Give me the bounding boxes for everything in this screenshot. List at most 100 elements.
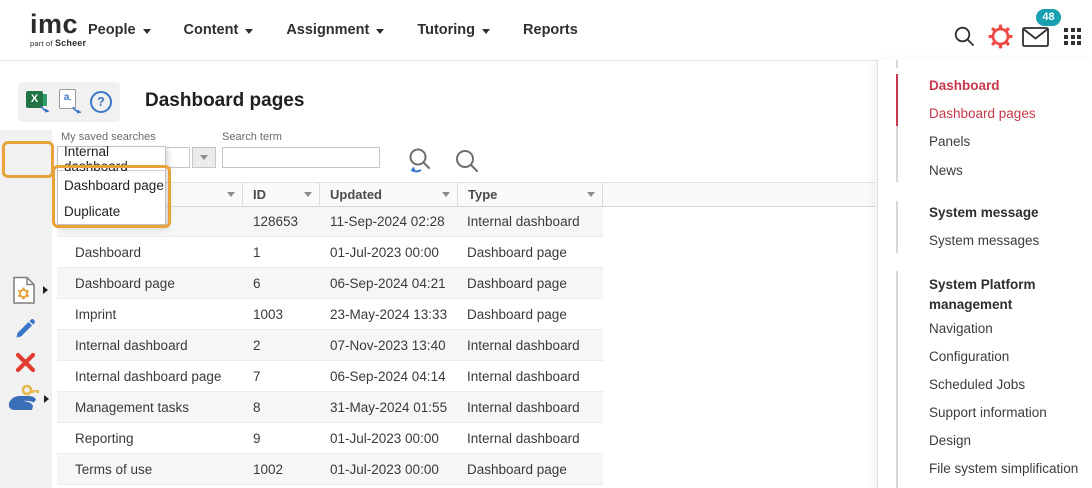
settings-gear-icon[interactable]: [988, 24, 1013, 49]
logo-text: imc: [30, 11, 86, 38]
search-run-icon[interactable]: [452, 148, 482, 176]
table-row[interactable]: Internal dashboard 2 07-Nov-2023 13:40 I…: [57, 330, 603, 361]
excel-export-icon[interactable]: X: [26, 90, 50, 114]
search-term-label: Search term: [222, 131, 282, 143]
cell-type: Internal dashboard: [458, 338, 603, 353]
cell-id: 2: [243, 338, 320, 353]
cell-id: 128653: [243, 214, 320, 229]
cell-id: 1003: [243, 307, 320, 322]
sidebar-item-navigation[interactable]: Navigation: [929, 321, 993, 336]
sidebar-item-system-messages[interactable]: System messages: [929, 233, 1039, 248]
top-bar: imc part of Scheer People Content Assign…: [0, 0, 1092, 61]
saved-search-run-icon[interactable]: [404, 146, 438, 176]
sidebar-item-dashboard-pages[interactable]: Dashboard pages: [929, 106, 1036, 121]
table-row[interactable]: Dashboard 1 01-Jul-2023 00:00 Dashboard …: [57, 237, 603, 268]
admin-sidebar: Dashboard Dashboard pages Panels News Sy…: [877, 60, 1092, 488]
cell-updated: 06-Sep-2024 04:21: [320, 276, 458, 291]
export-toolbox: X a, ?: [18, 82, 120, 122]
main-nav: People Content Assignment Tutoring Repor…: [88, 0, 578, 60]
edit-button[interactable]: [13, 317, 37, 341]
nav-tutoring[interactable]: Tutoring: [417, 22, 490, 38]
cell-updated: 06-Sep-2024 04:14: [320, 369, 458, 384]
rail-stub: [896, 60, 898, 68]
logo-subtext: part of Scheer: [30, 39, 86, 48]
table-row[interactable]: Management tasks 8 31-May-2024 01:55 Int…: [57, 392, 603, 423]
sidebar-group-system-message[interactable]: System message: [929, 205, 1039, 220]
handover-button[interactable]: [6, 383, 42, 413]
message-count-badge: 48: [1036, 9, 1061, 26]
pencil-icon: [13, 317, 37, 341]
table-row[interactable]: Internal dashboard page 7 06-Sep-2024 04…: [57, 361, 603, 392]
submenu-arrow-icon: [43, 286, 48, 294]
sidebar-item-panels[interactable]: Panels: [929, 134, 970, 149]
table-row[interactable]: Terms of use 1002 01-Jul-2023 00:00 Dash…: [57, 454, 603, 485]
saved-searches-label: My saved searches: [61, 131, 156, 143]
sidebar-item-file-system-simplification[interactable]: File system simplification: [929, 461, 1078, 476]
delete-x-icon: [14, 351, 37, 374]
submenu-arrow-icon: [44, 395, 49, 403]
sidebar-item-support-information[interactable]: Support information: [929, 405, 1047, 420]
delete-button[interactable]: [14, 351, 37, 374]
cell-updated: 11-Sep-2024 02:28: [320, 214, 458, 229]
cell-title: Dashboard page: [57, 276, 243, 291]
cell-updated: 23-May-2024 13:33: [320, 307, 458, 322]
column-header-updated[interactable]: Updated: [320, 183, 458, 206]
help-icon[interactable]: ?: [90, 91, 112, 113]
cell-title: Internal dashboard: [57, 338, 243, 353]
filter-icon[interactable]: [304, 192, 312, 197]
cell-updated: 07-Nov-2023 13:40: [320, 338, 458, 353]
chevron-down-icon: [482, 29, 490, 34]
page-title: Dashboard pages: [145, 90, 304, 112]
cell-title: Dashboard: [57, 245, 243, 260]
export-document-icon[interactable]: a,: [58, 89, 82, 115]
nav-people[interactable]: People: [88, 22, 151, 38]
cell-type: Internal dashboard: [458, 400, 603, 415]
filter-icon[interactable]: [442, 192, 450, 197]
cell-updated: 31-May-2024 01:55: [320, 400, 458, 415]
filter-icon[interactable]: [587, 192, 595, 197]
rail: [896, 126, 898, 182]
cell-updated: 01-Jul-2023 00:00: [320, 431, 458, 446]
sidebar-item-configuration[interactable]: Configuration: [929, 349, 1009, 364]
menu-item-duplicate[interactable]: Duplicate: [58, 199, 165, 224]
cell-updated: 01-Jul-2023 00:00: [320, 462, 458, 477]
search-icon[interactable]: [953, 25, 976, 48]
nav-content[interactable]: Content: [184, 22, 254, 38]
sidebar-group-dashboard[interactable]: Dashboard: [929, 78, 1000, 93]
sidebar-group-system-platform-management[interactable]: System Platform management: [929, 275, 1079, 315]
search-term-input[interactable]: [222, 147, 380, 168]
table-row[interactable]: Imprint 1003 23-May-2024 13:33 Dashboard…: [57, 299, 603, 330]
hand-key-icon: [6, 383, 42, 413]
messages-envelope-icon[interactable]: [1022, 27, 1049, 47]
imc-logo[interactable]: imc part of Scheer: [30, 11, 86, 48]
cell-type: Internal dashboard: [458, 214, 603, 229]
menu-item-dashboard-page[interactable]: Dashboard page: [58, 171, 165, 199]
column-header-type[interactable]: Type: [458, 183, 603, 206]
sidebar-item-scheduled-jobs[interactable]: Scheduled Jobs: [929, 377, 1025, 392]
table-header: ID Updated Type: [57, 182, 875, 207]
rail: [896, 201, 898, 253]
cell-id: 9: [243, 431, 320, 446]
nav-assignment[interactable]: Assignment: [286, 22, 384, 38]
table-row[interactable]: Dashboard page 6 06-Sep-2024 04:21 Dashb…: [57, 268, 603, 299]
table-row[interactable]: Reporting 9 01-Jul-2023 00:00 Internal d…: [57, 423, 603, 454]
column-header-id[interactable]: ID: [243, 183, 320, 206]
cell-type: Internal dashboard: [458, 431, 603, 446]
cell-id: 8: [243, 400, 320, 415]
saved-search-value[interactable]: Internal dashboard: [58, 147, 165, 171]
cell-id: 7: [243, 369, 320, 384]
sidebar-item-news[interactable]: News: [929, 163, 963, 178]
cell-updated: 01-Jul-2023 00:00: [320, 245, 458, 260]
cell-title: Internal dashboard page: [57, 369, 243, 384]
cell-type: Dashboard page: [458, 462, 603, 477]
cell-type: Dashboard page: [458, 276, 603, 291]
cell-title: Management tasks: [57, 400, 243, 415]
sidebar-item-design[interactable]: Design: [929, 433, 971, 448]
saved-searches-dropdown-button[interactable]: [192, 147, 216, 168]
filter-icon[interactable]: [227, 192, 235, 197]
chevron-down-icon: [143, 29, 151, 34]
nav-reports[interactable]: Reports: [523, 22, 578, 38]
apps-grid-icon[interactable]: [1064, 28, 1081, 45]
new-page-button[interactable]: [11, 276, 37, 305]
cell-id: 1: [243, 245, 320, 260]
